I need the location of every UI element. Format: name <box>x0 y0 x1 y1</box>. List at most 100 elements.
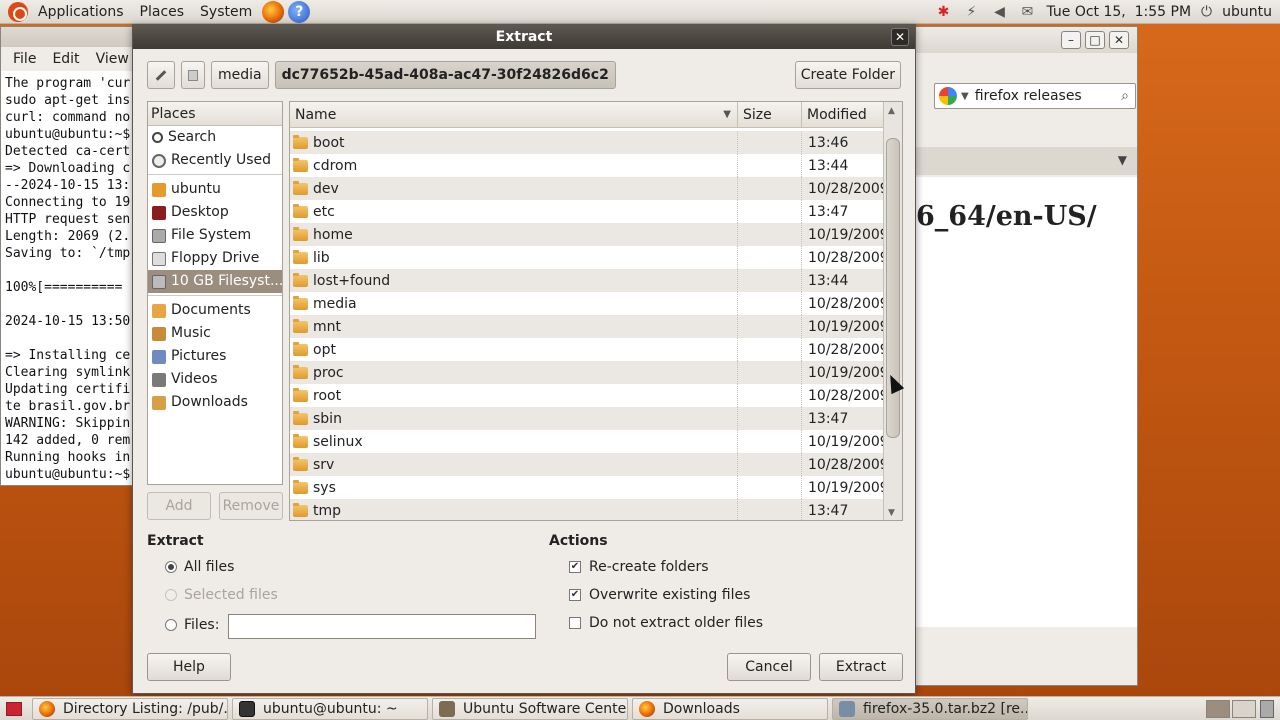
file-row[interactable]: cdrom 13:44 <box>290 154 883 177</box>
file-row[interactable]: mnt 10/19/2009 <box>290 315 889 338</box>
browser-search-input[interactable]: firefox releases <box>975 88 1082 104</box>
column-header-modified[interactable]: Modified <box>802 102 886 128</box>
terminal-titlebar[interactable] <box>1 27 139 47</box>
trash-icon[interactable] <box>1260 699 1274 718</box>
file-name-cell: sbin <box>290 407 738 430</box>
file-row[interactable]: sys 10/19/2009 <box>290 476 889 499</box>
remove-bookmark-button[interactable]: Remove <box>219 492 283 520</box>
applications-menu[interactable]: Applications <box>30 0 132 24</box>
folder-icon <box>293 410 308 425</box>
power-icon[interactable]: ⏻ <box>1201 4 1212 20</box>
browser-search-box[interactable]: ▼ firefox releases ⌕ <box>934 83 1136 109</box>
places-item-music[interactable]: Music <box>148 322 282 345</box>
network-icon[interactable]: ⚡ <box>962 4 980 20</box>
column-header-name[interactable]: Name ▼ <box>290 102 738 128</box>
scroll-up-icon[interactable]: ▲ <box>888 106 895 116</box>
recreate-folders-checkbox[interactable]: ✔ Re-create folders <box>569 559 709 575</box>
file-list-scrollbar[interactable]: ▲ ▼ <box>883 102 902 520</box>
file-row[interactable]: selinux 10/19/2009 <box>290 430 889 453</box>
edit-path-button[interactable] <box>147 61 175 89</box>
chevron-down-icon[interactable]: ▼ <box>961 91 969 102</box>
terminal-menu-file[interactable]: File <box>5 51 44 67</box>
help-button[interactable]: Help <box>147 653 231 681</box>
file-row[interactable]: root 10/28/2009 <box>290 384 889 407</box>
path-button-current[interactable]: dc77652b-45ad-408a-ac47-30f24826d6c2 <box>274 61 616 89</box>
browser-window[interactable]: – □ ✕ ▼ firefox releases ⌕ ▼ 6_64/en-US/ <box>905 26 1138 686</box>
file-row[interactable]: media 10/28/2009 <box>290 292 889 315</box>
file-row[interactable]: dev 10/28/2009 <box>290 177 889 200</box>
path-button-media[interactable]: media <box>211 61 269 89</box>
path-drive-button[interactable] <box>181 61 205 89</box>
places-item-documents[interactable]: Documents <box>148 299 282 322</box>
places-item-filesystem[interactable]: File System <box>148 224 282 247</box>
chevron-down-icon[interactable]: ▼ <box>1118 153 1127 167</box>
taskbar-item-downloads[interactable]: Downloads <box>632 697 828 720</box>
minimize-button[interactable]: – <box>1061 31 1081 49</box>
search-icon[interactable]: ⌕ <box>1121 88 1129 104</box>
volume-icon[interactable]: ◀ <box>990 4 1008 20</box>
firefox-launcher-icon[interactable] <box>262 0 285 23</box>
cancel-button[interactable]: Cancel <box>727 653 811 681</box>
workspace-1[interactable] <box>1206 699 1230 718</box>
taskbar-item-archive-manager[interactable]: firefox-35.0.tar.bz2 [re... <box>832 697 1028 720</box>
places-item-10gb-filesystem[interactable]: 10 GB Filesyst... <box>148 270 282 293</box>
places-item-pictures[interactable]: Pictures <box>148 345 282 368</box>
mail-icon[interactable]: ✉ <box>1018 4 1036 20</box>
file-row[interactable]: etc 13:47 <box>290 200 883 223</box>
file-row[interactable]: proc 10/19/2009 <box>290 361 889 384</box>
places-item-recent[interactable]: Recently Used <box>148 149 282 172</box>
column-header-size[interactable]: Size <box>738 102 802 128</box>
places-item-floppy[interactable]: Floppy Drive <box>148 247 282 270</box>
close-icon[interactable]: ✕ <box>891 28 909 46</box>
places-item-search[interactable]: Search <box>148 126 282 149</box>
taskbar-item-directory-listing[interactable]: Directory Listing: /pub/... <box>32 697 228 720</box>
music-icon <box>152 326 166 341</box>
workspace-2[interactable] <box>1232 699 1256 718</box>
file-modified: 10/28/2009 <box>808 295 889 312</box>
places-item-downloads[interactable]: Downloads <box>148 391 282 414</box>
no-older-files-checkbox[interactable]: Do not extract older files <box>569 615 763 631</box>
overwrite-files-checkbox[interactable]: ✔ Overwrite existing files <box>569 587 750 603</box>
file-row[interactable]: home 10/19/2009 <box>290 223 889 246</box>
terminal-menu-edit[interactable]: Edit <box>44 51 87 67</box>
desktop-icon <box>152 205 166 220</box>
terminal-window[interactable]: File Edit View The program 'cur sudo apt… <box>0 26 140 486</box>
places-item-videos[interactable]: Videos <box>148 368 282 391</box>
create-folder-button[interactable]: Create Folder <box>794 61 901 89</box>
google-icon[interactable] <box>939 87 957 105</box>
terminal-output[interactable]: The program 'cur sudo apt-get ins curl: … <box>1 71 139 487</box>
maximize-button[interactable]: □ <box>1085 31 1105 49</box>
places-item-desktop[interactable]: Desktop <box>148 201 282 224</box>
file-row[interactable]: opt 10/28/2009 <box>290 338 889 361</box>
file-row[interactable]: lost+found 13:44 <box>290 269 883 292</box>
terminal-menu-view[interactable]: View <box>88 51 137 67</box>
file-row[interactable]: tmp 13:47 <box>290 499 883 520</box>
add-bookmark-button[interactable]: Add <box>147 492 211 520</box>
file-row[interactable]: lib 10/28/2009 <box>290 246 889 269</box>
system-menu[interactable]: System <box>192 0 260 24</box>
help-launcher-icon[interactable]: ? <box>288 0 311 23</box>
selected-files-radio[interactable]: Selected files <box>165 587 278 603</box>
dialog-title: Extract <box>495 29 553 45</box>
all-files-radio[interactable]: All files <box>165 559 234 575</box>
files-pattern-radio[interactable]: Files: <box>165 617 219 633</box>
update-notifier-icon[interactable]: ✱ <box>934 4 952 20</box>
files-pattern-input[interactable] <box>228 614 536 639</box>
places-menu[interactable]: Places <box>132 0 193 24</box>
taskbar-item-software-center[interactable]: Ubuntu Software Center <box>432 697 628 720</box>
show-desktop-icon[interactable] <box>6 701 22 716</box>
dialog-titlebar[interactable]: Extract ✕ <box>133 25 915 49</box>
file-row[interactable]: boot 13:46 <box>290 131 883 154</box>
extract-button[interactable]: Extract <box>819 653 903 681</box>
window-close-button[interactable]: ✕ <box>1109 31 1129 49</box>
user-menu[interactable]: ubuntu <box>1222 4 1272 20</box>
places-header[interactable]: Places <box>148 102 282 126</box>
clock[interactable]: Tue Oct 15, 1:55 PM <box>1046 4 1191 20</box>
scroll-down-icon[interactable]: ▼ <box>888 508 895 518</box>
file-name-cell: proc <box>290 361 738 384</box>
file-row[interactable]: srv 10/28/2009 <box>290 453 889 476</box>
places-item-home[interactable]: ubuntu <box>148 178 282 201</box>
browser-titlebar[interactable]: – □ ✕ <box>906 27 1137 53</box>
file-row[interactable]: sbin 13:47 <box>290 407 883 430</box>
taskbar-item-terminal[interactable]: ubuntu@ubuntu: ~ <box>232 697 428 720</box>
